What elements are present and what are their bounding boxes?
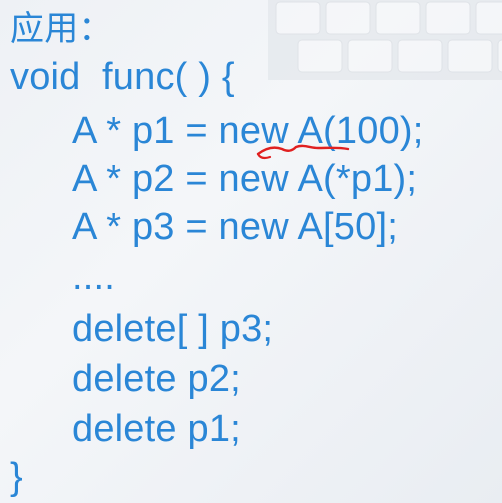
code-line-new-p2: A * p2 = new A(*p1); (72, 158, 418, 200)
code-block: 应用： void func( ) { A * p1 = new A(100); … (0, 0, 502, 503)
code-line-ellipsis: .... (72, 256, 116, 298)
code-line-new-p3: A * p3 = new A[50]; (72, 206, 398, 248)
code-line-function-signature: void func( ) { (10, 56, 235, 98)
code-line-closing-brace: } (10, 456, 23, 498)
red-handwritten-underline-mark (256, 144, 350, 160)
heading-text: 应用： (10, 9, 113, 49)
code-line-delete-p3: delete[ ] p3; (72, 308, 274, 350)
slide: 应用： void func( ) { A * p1 = new A(100); … (0, 0, 502, 503)
code-line-delete-p1: delete p1; (72, 408, 241, 450)
code-line-delete-p2: delete p2; (72, 358, 241, 400)
